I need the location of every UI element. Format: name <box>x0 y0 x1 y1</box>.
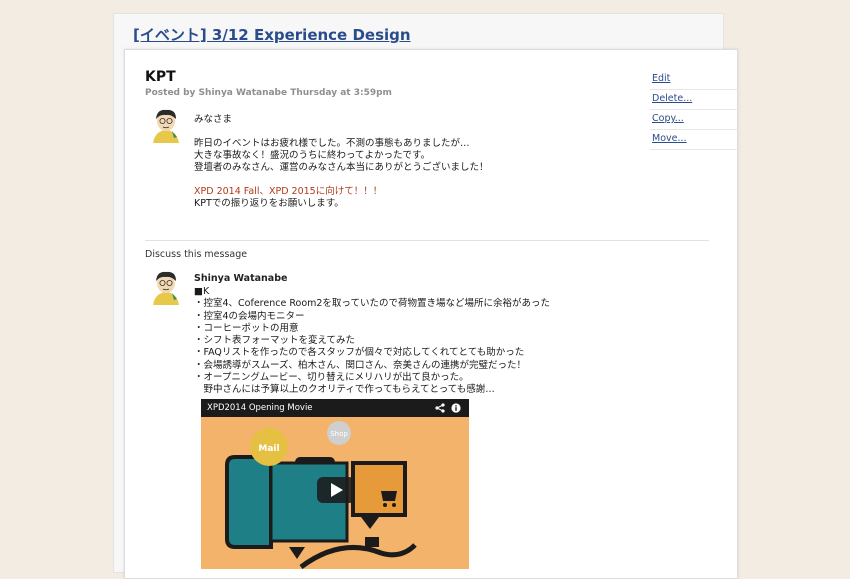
video-thumbnail: Mail Shop <box>201 417 469 569</box>
reply-line: ・控室4の会場内モニター <box>194 310 305 322</box>
reply-line: ■K <box>194 286 210 297</box>
reply-line: ・FAQリストを作ったので各スタッフが個々で対応してくれてとても助かった <box>194 347 525 359</box>
copy-link[interactable]: Copy... <box>650 110 738 130</box>
video-embed[interactable]: XPD2014 Opening Movie Mail Shop <box>201 399 469 569</box>
reply-body: ■K ・控室4、Coference Room2を取っていたので荷物置き場など場所… <box>194 286 550 397</box>
post-line: 登壇者のみなさん、運営のみなさん本当にありがとうございました！ <box>194 162 489 173</box>
post-line: XPD 2014 Fall、XPD 2015に向けて！！！ <box>194 186 383 197</box>
delete-link[interactable]: Delete... <box>650 90 738 110</box>
move-link[interactable]: Move... <box>650 130 738 150</box>
post-line: 大きな事故なく！盛況のうちに終わってよかったです。 <box>194 150 431 161</box>
group-title-link[interactable]: [イベント] 3/12 Experience Design <box>133 24 411 45</box>
reply-line: ・会場誘導がスムーズ、柏木さん、関口さん、奈美さんの連携が完璧だった！ <box>194 359 527 371</box>
mail-label: Mail <box>258 444 279 454</box>
video-title-bar: XPD2014 Opening Movie <box>201 399 469 417</box>
reply-line: ・シフト表フォーマットを変えてみた <box>194 335 356 347</box>
video-title: XPD2014 Opening Movie <box>207 403 313 413</box>
post-meta: Posted by Shinya Watanabe Thursday at 3:… <box>145 88 392 98</box>
reply-line: ・オープニングムービー、切り替えにメリハリが出て良かった。 <box>194 372 469 384</box>
play-icon[interactable] <box>317 477 355 503</box>
post-line: みなさま <box>194 114 233 125</box>
info-icon[interactable] <box>451 403 461 413</box>
share-icon[interactable] <box>435 403 445 413</box>
reply-line: 野中さんには予算以上のクオリティで作ってもらえてとっても感謝… <box>194 384 495 396</box>
post-line: KPTでの振り返りをお願いします。 <box>194 198 344 209</box>
shop-label: Shop <box>330 430 348 438</box>
reply-line: ・コーヒーポットの用意 <box>194 322 299 334</box>
reply-avatar[interactable] <box>149 269 183 305</box>
post-title: KPT <box>145 69 176 85</box>
reply-line: ・控室4、Coference Room2を取っていたので荷物置き場など場所に余裕… <box>194 298 550 310</box>
reply-author[interactable]: Shinya Watanabe <box>194 273 287 284</box>
author-avatar[interactable] <box>149 107 183 143</box>
post-body: みなさま 昨日のイベントはお疲れ様でした。不測の事態もありましたが… 大きな事故… <box>194 114 489 210</box>
edit-link[interactable]: Edit <box>650 70 738 90</box>
divider <box>145 240 709 241</box>
post-line: 昨日のイベントはお疲れ様でした。不測の事態もありましたが… <box>194 138 470 149</box>
discuss-heading: Discuss this message <box>145 249 248 260</box>
message-actions: Edit Delete... Copy... Move... <box>650 70 738 150</box>
